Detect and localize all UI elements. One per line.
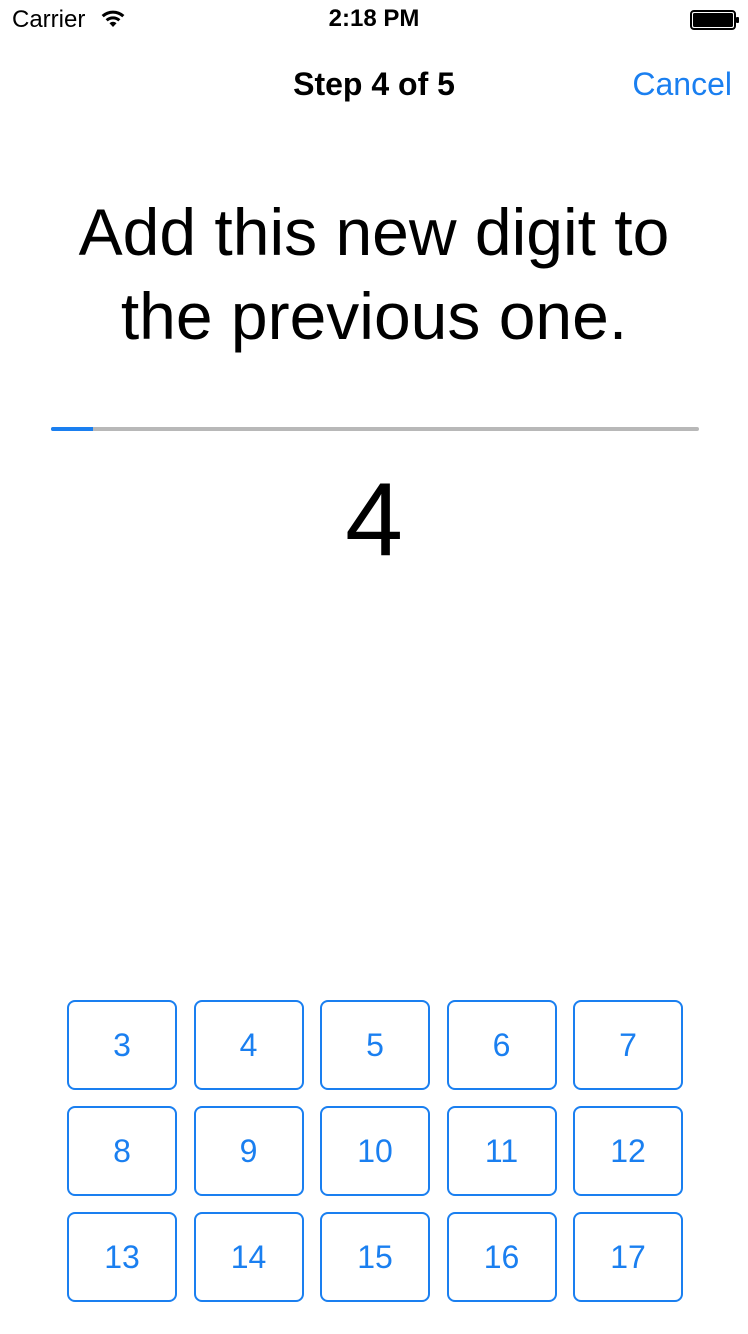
answer-button[interactable]: 16 bbox=[446, 1212, 557, 1302]
answer-button[interactable]: 13 bbox=[67, 1212, 177, 1302]
answer-button[interactable]: 12 bbox=[573, 1106, 683, 1196]
answer-button[interactable]: 9 bbox=[193, 1106, 304, 1196]
answer-button[interactable]: 10 bbox=[320, 1106, 430, 1196]
answer-button[interactable]: 6 bbox=[446, 1000, 557, 1090]
current-digit: 4 bbox=[345, 462, 403, 578]
cancel-button[interactable]: Cancel bbox=[632, 64, 732, 104]
progress-bar bbox=[51, 427, 699, 431]
instruction-text: Add this new digit to the previous one. bbox=[78, 195, 670, 353]
answer-button[interactable]: 11 bbox=[446, 1106, 557, 1196]
battery-icon bbox=[690, 10, 740, 30]
status-bar: Carrier 2:18 PM bbox=[0, 0, 748, 40]
answer-button[interactable]: 5 bbox=[320, 1000, 430, 1090]
answer-button[interactable]: 3 bbox=[67, 1000, 177, 1090]
answer-grid: 3 4 5 6 7 8 9 10 11 12 13 14 15 16 17 bbox=[67, 1000, 683, 1302]
answer-button[interactable]: 7 bbox=[573, 1000, 683, 1090]
answer-button[interactable]: 4 bbox=[193, 1000, 304, 1090]
progress-fill bbox=[51, 427, 94, 431]
answer-button[interactable]: 8 bbox=[67, 1106, 177, 1196]
answer-button[interactable]: 17 bbox=[573, 1212, 683, 1302]
clock-time: 2:18 PM bbox=[328, 5, 420, 32]
answer-button[interactable]: 14 bbox=[193, 1212, 304, 1302]
answer-button[interactable]: 15 bbox=[320, 1212, 430, 1302]
